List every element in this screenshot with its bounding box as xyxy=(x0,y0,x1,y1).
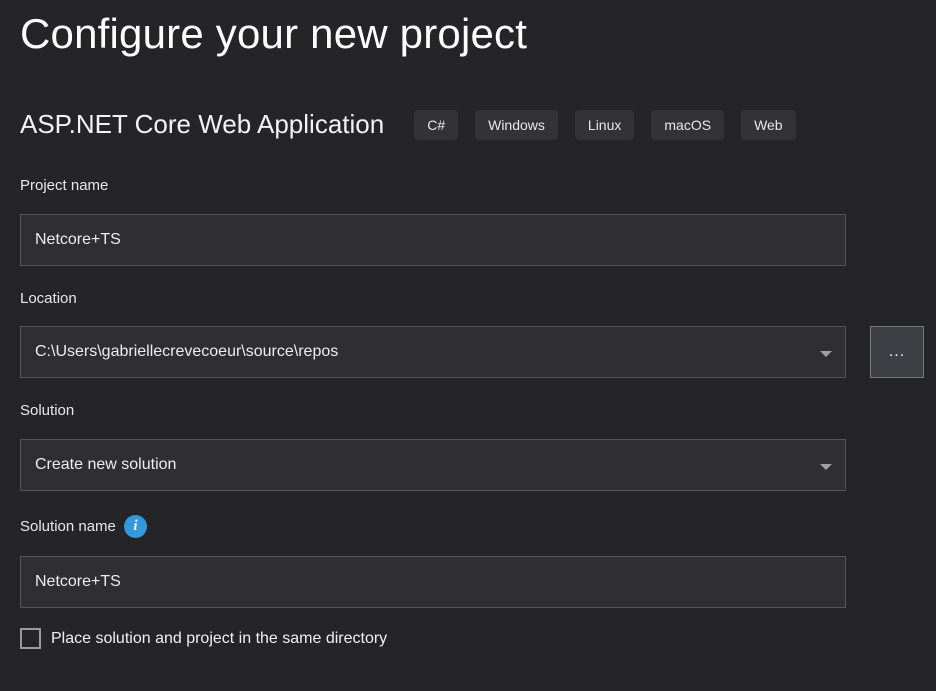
tag-linux: Linux xyxy=(575,110,634,140)
configure-project-dialog: Configure your new project ASP.NET Core … xyxy=(0,0,936,691)
tag-windows: Windows xyxy=(475,110,558,140)
solution-name-label: Solution name i xyxy=(20,515,147,538)
tag-csharp: C# xyxy=(414,110,458,140)
project-name-input[interactable] xyxy=(20,214,846,266)
project-name-label: Project name xyxy=(20,177,108,194)
location-value: C:\Users\gabriellecrevecoeur\source\repo… xyxy=(35,343,338,361)
chevron-down-icon[interactable] xyxy=(820,464,832,470)
location-combobox[interactable]: C:\Users\gabriellecrevecoeur\source\repo… xyxy=(20,326,846,378)
template-name: ASP.NET Core Web Application xyxy=(20,109,384,140)
same-directory-row: Place solution and project in the same d… xyxy=(20,628,387,649)
solution-value: Create new solution xyxy=(35,456,176,474)
template-tags: C# Windows Linux macOS Web xyxy=(414,110,795,140)
location-label-text: Location xyxy=(20,290,77,307)
solution-name-input[interactable] xyxy=(20,556,846,608)
solution-combobox[interactable]: Create new solution xyxy=(20,439,846,491)
same-directory-label[interactable]: Place solution and project in the same d… xyxy=(51,630,387,648)
page-title: Configure your new project xyxy=(20,10,527,58)
template-summary-row: ASP.NET Core Web Application C# Windows … xyxy=(20,109,916,140)
solution-name-label-text: Solution name xyxy=(20,518,116,535)
solution-label: Solution xyxy=(20,402,74,419)
project-name-label-text: Project name xyxy=(20,177,108,194)
chevron-down-icon[interactable] xyxy=(820,351,832,357)
same-directory-checkbox[interactable] xyxy=(20,628,41,649)
info-icon[interactable]: i xyxy=(124,515,147,538)
tag-web: Web xyxy=(741,110,796,140)
browse-location-button[interactable]: ... xyxy=(870,326,924,378)
solution-label-text: Solution xyxy=(20,402,74,419)
location-label: Location xyxy=(20,290,77,307)
tag-macos: macOS xyxy=(651,110,724,140)
